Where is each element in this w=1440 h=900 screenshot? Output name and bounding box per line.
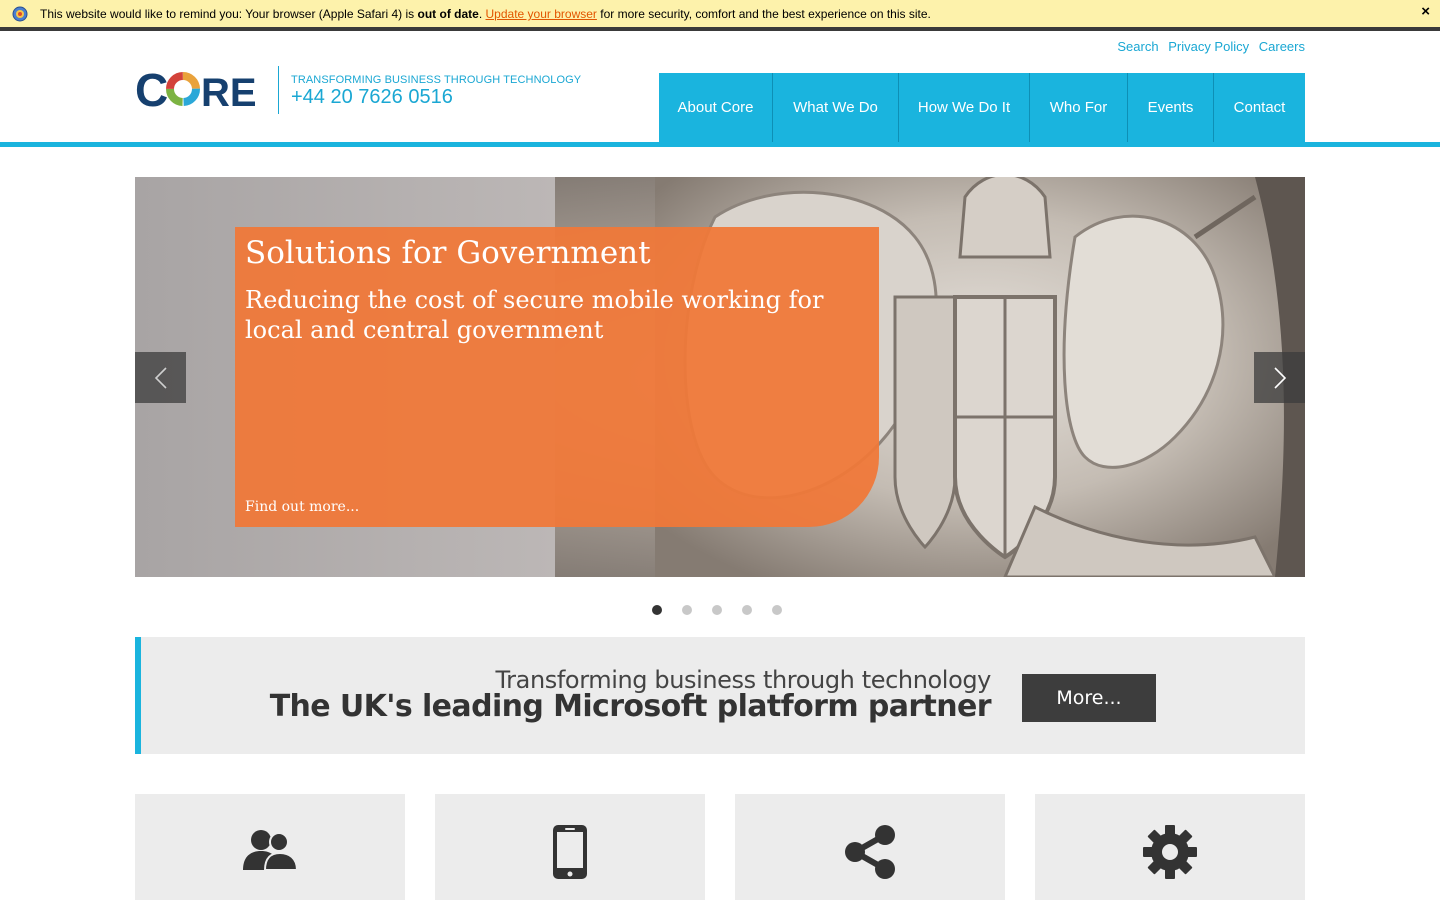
- main-navigation: About Core What We Do How We Do It Who F…: [659, 73, 1305, 142]
- notice-period: .: [478, 7, 486, 21]
- close-notice-button[interactable]: ×: [1421, 3, 1430, 20]
- svg-text:RE: RE: [201, 71, 257, 114]
- nav-about-core[interactable]: About Core: [659, 73, 773, 142]
- slide-dot-2[interactable]: [682, 605, 692, 615]
- feature-tile-share[interactable]: [735, 794, 1005, 900]
- brand-phone[interactable]: +44 20 7626 0516: [291, 86, 453, 109]
- slide-dot-4[interactable]: [742, 605, 752, 615]
- slider-next-button[interactable]: [1254, 352, 1305, 403]
- browser-notice-message: This website would like to remind you: Y…: [40, 7, 931, 21]
- svg-text:C: C: [135, 64, 168, 114]
- slide-dot-1[interactable]: [652, 605, 662, 615]
- slide-dot-5[interactable]: [772, 605, 782, 615]
- brand-tagline: TRANSFORMING BUSINESS THROUGH TECHNOLOGY: [291, 74, 582, 86]
- promo-band: Transforming business through technology…: [135, 637, 1305, 754]
- hero-subtitle: Reducing the cost of secure mobile worki…: [245, 286, 824, 344]
- nav-how-we-do-it[interactable]: How We Do It: [899, 73, 1030, 142]
- search-link[interactable]: Search: [1117, 39, 1158, 54]
- hero-slider: Solutions for Government Reducing the co…: [135, 177, 1305, 577]
- logo-divider: [278, 66, 279, 114]
- header-rule: [0, 142, 1440, 147]
- hero-title: Solutions for Government: [245, 235, 651, 271]
- notice-suffix: for more security, comfort and the best …: [596, 7, 931, 21]
- nav-contact[interactable]: Contact: [1214, 73, 1305, 142]
- notice-prefix: This website would like to remind you: Y…: [40, 7, 418, 21]
- chevron-right-icon: [1273, 366, 1286, 389]
- browser-update-notice: This website would like to remind you: Y…: [0, 0, 1440, 31]
- promo-more-button[interactable]: More...: [1022, 674, 1156, 722]
- slide-dot-3[interactable]: [712, 605, 722, 615]
- core-logo[interactable]: C RE: [135, 64, 267, 114]
- promo-headline: The UK's leading Microsoft platform part…: [269, 689, 992, 724]
- utility-links: Search Privacy Policy Careers: [1111, 39, 1305, 54]
- browser-globe-icon: [12, 6, 28, 22]
- mobile-phone-icon: [553, 825, 587, 879]
- update-browser-link[interactable]: Update your browser: [486, 7, 597, 21]
- nav-events[interactable]: Events: [1128, 73, 1214, 142]
- notice-bold: out of date: [417, 7, 479, 21]
- nav-who-for[interactable]: Who For: [1030, 73, 1128, 142]
- careers-link[interactable]: Careers: [1259, 39, 1305, 54]
- privacy-policy-link[interactable]: Privacy Policy: [1168, 39, 1249, 54]
- chevron-left-icon: [154, 366, 167, 389]
- slider-pagination: [652, 605, 782, 615]
- hero-find-out-more-link[interactable]: Find out more...: [245, 499, 359, 515]
- share-icon: [845, 825, 895, 879]
- nav-what-we-do[interactable]: What We Do: [773, 73, 899, 142]
- feature-tile-settings[interactable]: [1035, 794, 1305, 900]
- feature-tile-people[interactable]: [135, 794, 405, 900]
- gear-icon: [1143, 825, 1197, 879]
- feature-tile-mobile[interactable]: [435, 794, 705, 900]
- hero-caption: Solutions for Government Reducing the co…: [235, 227, 879, 527]
- slider-prev-button[interactable]: [135, 352, 186, 403]
- people-icon: [243, 830, 297, 871]
